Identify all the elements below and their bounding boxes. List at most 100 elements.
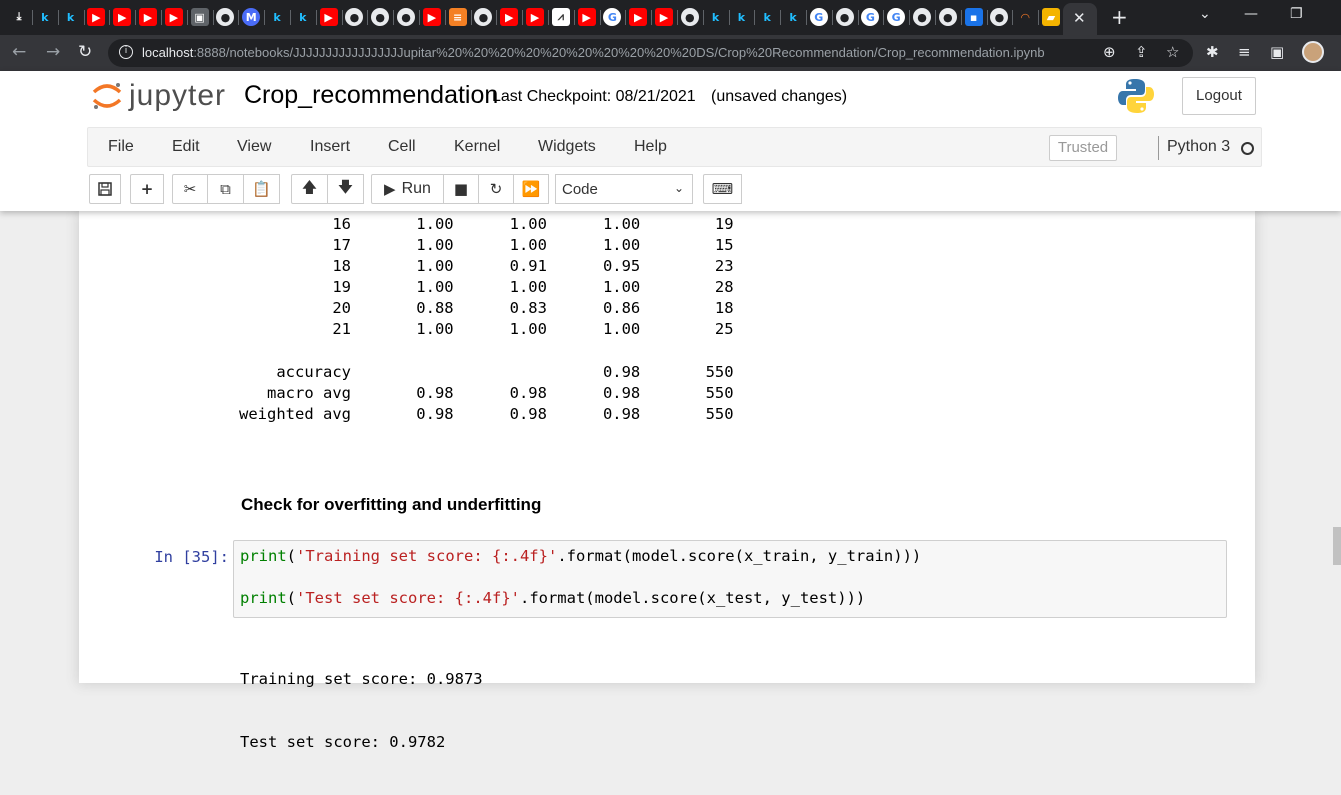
- tab-favicon-yt-icon[interactable]: ▶: [629, 8, 648, 26]
- tab-favicon-yt-icon[interactable]: ▶: [87, 8, 106, 26]
- tab-favicon-download-icon[interactable]: ⤓: [10, 8, 28, 26]
- chevron-down-icon: ⌄: [673, 181, 684, 195]
- menu-widgets[interactable]: Widgets: [538, 138, 596, 156]
- autosave-status: (unsaved changes): [711, 88, 848, 105]
- menu-kernel[interactable]: Kernel: [454, 138, 500, 156]
- tab-favicon-gh-icon[interactable]: ●: [990, 8, 1009, 26]
- jupyter-logo[interactable]: jupyter: [92, 79, 242, 113]
- new-tab-button[interactable]: +: [1111, 5, 1128, 29]
- tab-search-icon[interactable]: ⌄: [1199, 6, 1211, 22]
- cut-button[interactable]: ✂: [172, 174, 208, 204]
- tab-favicon-gh-icon[interactable]: ●: [345, 8, 364, 26]
- zoom-icon[interactable]: ⊕: [1103, 43, 1116, 61]
- tab-favicon-k-icon[interactable]: k: [758, 8, 776, 26]
- logout-button[interactable]: Logout: [1182, 77, 1256, 115]
- tab-favicon-gh-icon[interactable]: ●: [938, 8, 957, 26]
- insert-cell-button[interactable]: +: [130, 174, 164, 204]
- tab-favicon-k-icon[interactable]: k: [268, 8, 286, 26]
- code-cell-input[interactable]: print('Training set score: {:.4f}'.forma…: [233, 540, 1227, 618]
- run-button[interactable]: ▶ Run: [371, 174, 444, 204]
- tab-favicon-g-icon[interactable]: G: [861, 8, 880, 26]
- tab-favicon-gh-icon[interactable]: ●: [397, 8, 415, 26]
- tab-favicon-gh-icon[interactable]: ●: [913, 8, 931, 26]
- back-icon[interactable]: ←: [12, 42, 26, 62]
- tab-favicon-g-icon[interactable]: G: [887, 8, 906, 26]
- tab-favicon-yt-icon[interactable]: ▶: [319, 8, 338, 26]
- run-all-button[interactable]: ⏩: [513, 174, 549, 204]
- tab-favicon-m-icon[interactable]: M: [242, 8, 261, 26]
- tab-separator: [960, 10, 962, 25]
- save-button[interactable]: [89, 174, 121, 204]
- tab-favicon-yt-icon[interactable]: ▶: [422, 8, 441, 26]
- tab-separator: [909, 10, 911, 25]
- menu-cell[interactable]: Cell: [388, 138, 416, 156]
- menu-edit[interactable]: Edit: [172, 138, 200, 156]
- tab-favicon-yt-icon[interactable]: ▶: [500, 8, 519, 26]
- floppy-icon: [98, 182, 112, 196]
- tab-favicon-yt-icon[interactable]: ▶: [164, 8, 183, 26]
- command-palette-button[interactable]: ⌨: [703, 174, 742, 204]
- tab-favicon-gh-icon[interactable]: ●: [474, 8, 493, 26]
- tab-favicon-k-icon[interactable]: k: [707, 8, 725, 26]
- forward-icon[interactable]: →: [46, 42, 60, 62]
- close-tab-icon[interactable]: ✕: [1073, 9, 1086, 27]
- code-string: 'Training set score: {:.4f}': [296, 547, 558, 565]
- tab-favicon-gh-icon[interactable]: ●: [216, 8, 235, 26]
- tab-favicon-yt-icon[interactable]: ▶: [526, 8, 544, 26]
- move-down-button[interactable]: 🡇: [327, 174, 364, 204]
- share-icon[interactable]: ⇪: [1135, 43, 1148, 61]
- tab-separator: [419, 10, 420, 25]
- minimize-icon[interactable]: —: [1244, 6, 1258, 22]
- menu-help[interactable]: Help: [634, 138, 667, 156]
- side-panel-icon[interactable]: ▣: [1270, 43, 1284, 61]
- tab-favicon-yt-icon[interactable]: ▶: [139, 8, 157, 26]
- cell-type-select[interactable]: Code ⌄: [555, 174, 693, 204]
- site-info-icon[interactable]: i: [119, 45, 133, 59]
- interrupt-button[interactable]: ■: [443, 174, 479, 204]
- tab-separator: [1012, 10, 1014, 25]
- tab-favicon-book-icon[interactable]: ▰: [1042, 8, 1060, 26]
- notebook-name[interactable]: Crop_recommendation: [244, 81, 498, 110]
- tab-favicon-g-icon[interactable]: G: [809, 8, 828, 26]
- tab-favicon-k-icon[interactable]: k: [784, 8, 802, 26]
- menu-insert[interactable]: Insert: [310, 138, 350, 156]
- menu-bar: File Edit View Insert Cell Kernel Widget…: [87, 127, 1262, 167]
- tab-favicon-k-icon[interactable]: k: [36, 8, 54, 26]
- tab-favicon-gh-icon[interactable]: ●: [680, 8, 699, 26]
- tab-favicon-gh-icon[interactable]: ●: [835, 8, 854, 26]
- tab-favicon-so-icon[interactable]: ≡: [448, 8, 467, 26]
- tab-favicon-yt-icon[interactable]: ▶: [577, 8, 596, 26]
- profile-avatar[interactable]: [1302, 41, 1324, 63]
- copy-button[interactable]: ⧉: [207, 174, 244, 204]
- tab-separator: [806, 10, 807, 25]
- classification-report-output: 16 1.00 1.00 1.00 19 17 1.00 1.00 1.00 1…: [239, 214, 734, 425]
- bookmark-star-icon[interactable]: ☆: [1166, 43, 1179, 61]
- extensions-icon[interactable]: ✱: [1206, 43, 1219, 61]
- reload-icon[interactable]: ↻: [78, 42, 92, 62]
- reading-list-icon[interactable]: ≡: [1238, 43, 1251, 61]
- tab-favicon-yt-icon[interactable]: ▶: [113, 8, 132, 26]
- tab-favicon-k-icon[interactable]: k: [62, 8, 80, 26]
- output-line-training: Training set score: 0.9873: [240, 670, 483, 688]
- tab-favicon-k-icon[interactable]: k: [732, 8, 750, 26]
- menu-view[interactable]: View: [237, 138, 271, 156]
- tab-favicon-chart-icon[interactable]: ⩘: [551, 8, 570, 26]
- menu-file[interactable]: File: [108, 138, 134, 156]
- arrow-up-icon: 🡅: [301, 177, 318, 196]
- tab-favicon-jupyter-icon[interactable]: ◠: [1016, 8, 1034, 26]
- restart-button[interactable]: ↻: [478, 174, 514, 204]
- paste-button[interactable]: 📋: [243, 174, 280, 204]
- tab-favicon-g-icon[interactable]: G: [603, 8, 622, 26]
- restore-icon[interactable]: ❐: [1290, 6, 1303, 22]
- kernel-status-icon: [1241, 142, 1254, 155]
- tab-favicon-dl-icon[interactable]: ▪: [964, 8, 983, 26]
- tab-favicon-gh-icon[interactable]: ●: [371, 8, 390, 26]
- kernel-name[interactable]: Python 3: [1167, 138, 1230, 156]
- tab-favicon-save-icon[interactable]: ▣: [190, 8, 209, 26]
- page-scrollbar-thumb[interactable]: [1333, 527, 1341, 565]
- url-input[interactable]: i localhost:8888/notebooks/JJJJJJJJJJJJJ…: [108, 39, 1193, 67]
- move-up-button[interactable]: 🡅: [291, 174, 328, 204]
- trusted-indicator[interactable]: Trusted: [1049, 135, 1117, 161]
- tab-favicon-k-icon[interactable]: k: [294, 8, 312, 26]
- tab-favicon-yt-icon[interactable]: ▶: [655, 8, 673, 26]
